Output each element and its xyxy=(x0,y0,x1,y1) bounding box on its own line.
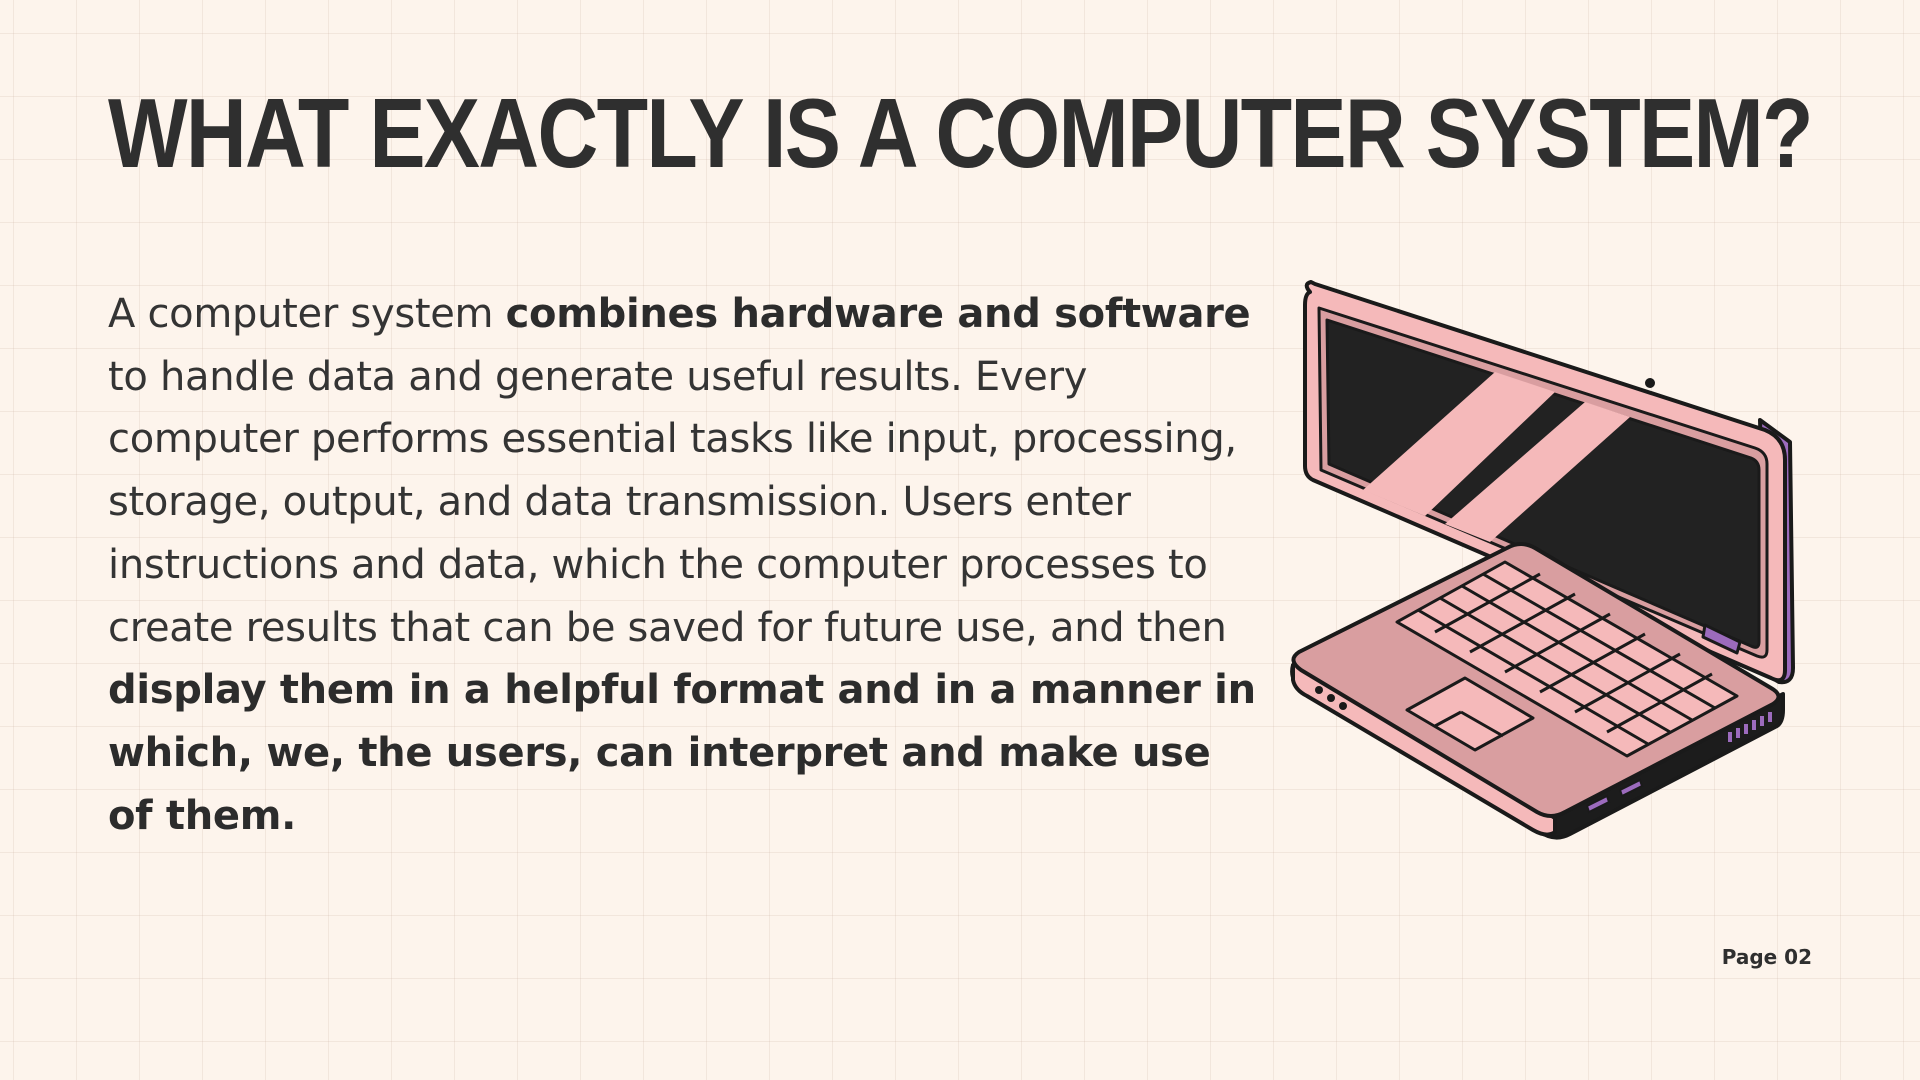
page-title: WHAT EXACTLY IS A COMPUTER SYSTEM? xyxy=(108,78,1813,188)
paragraph-bold-1: combines hardware and software xyxy=(505,291,1251,337)
body-paragraph: A computer system combines hardware and … xyxy=(108,283,1258,847)
paragraph-text-2: to handle data and generate useful resul… xyxy=(108,353,1237,651)
paragraph-text-1: A computer system xyxy=(108,291,506,337)
paragraph-bold-2: display them in a helpful format and in … xyxy=(108,667,1256,839)
page-number: Page 02 xyxy=(1721,945,1812,969)
laptop-icon xyxy=(1290,280,1795,840)
